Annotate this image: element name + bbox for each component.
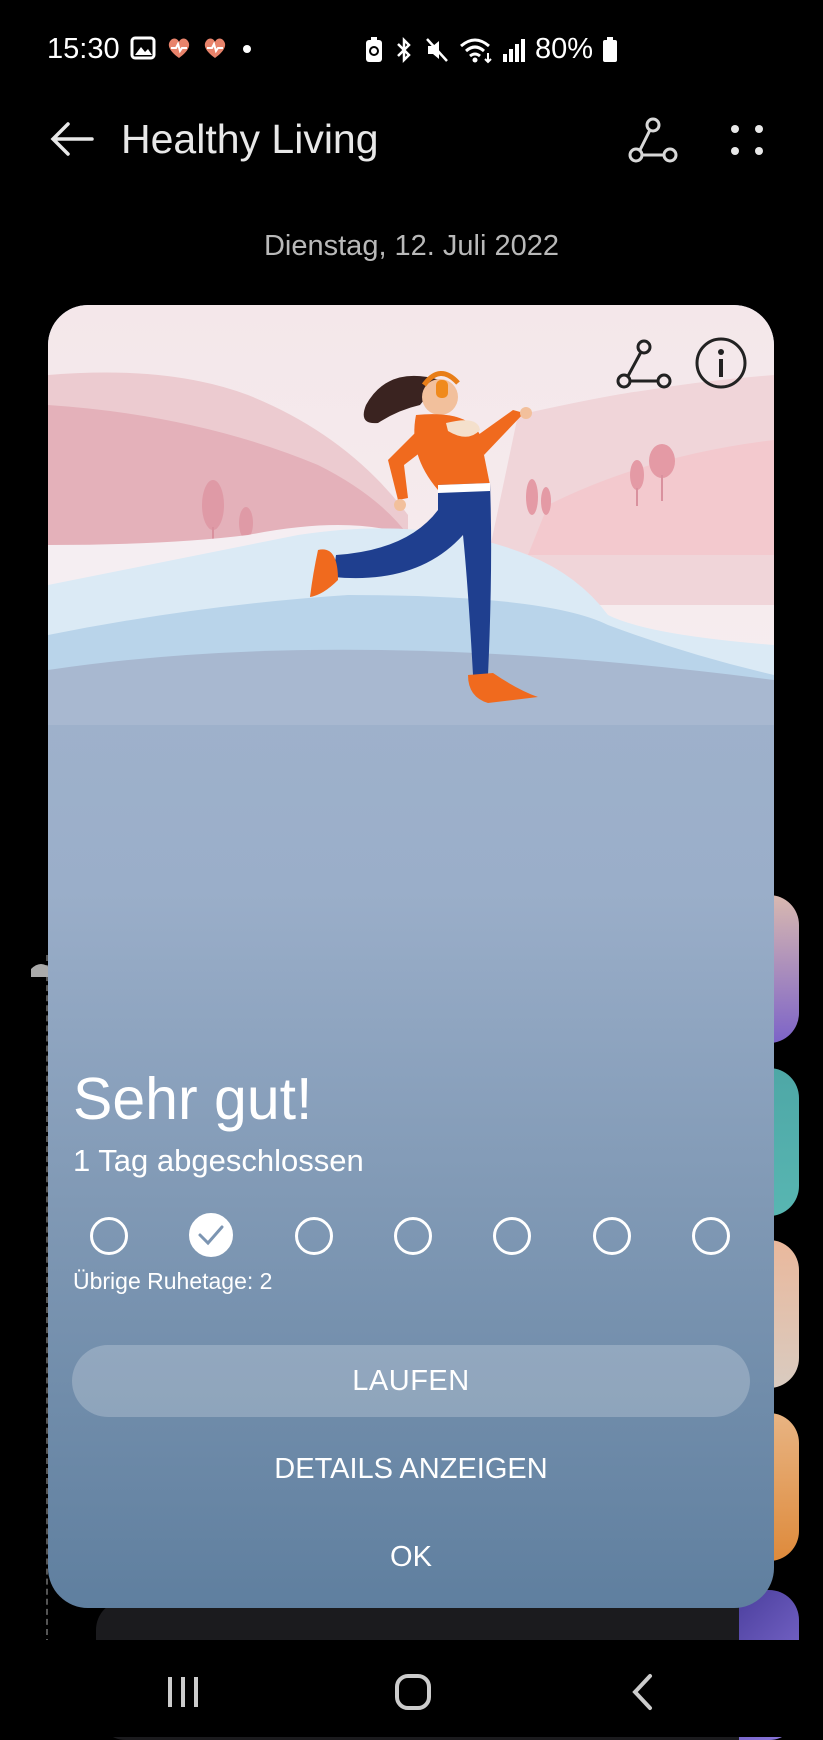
heart-rate-icon [168, 38, 190, 58]
achievement-dialog: Sehr gut! 1 Tag abgeschlossen Übrige Ruh… [48, 305, 774, 1608]
rest-days-label: Übrige Ruhetage: 2 [73, 1268, 273, 1294]
result-headline: Sehr gut! [73, 1066, 313, 1132]
result-subline: 1 Tag abgeschlossen [73, 1143, 364, 1178]
day-circle [592, 1217, 631, 1255]
mute-icon [426, 37, 448, 62]
day-circle [691, 1217, 730, 1255]
day-circle-completed [189, 1213, 234, 1257]
day-circle [294, 1217, 333, 1255]
show-details-button[interactable]: DETAILS ANZEIGEN [48, 1453, 774, 1486]
gallery-icon [130, 36, 156, 60]
notification-icons [130, 36, 256, 60]
more-options-icon[interactable] [725, 113, 769, 167]
run-button[interactable]: LAUFEN [72, 1345, 750, 1417]
home-icon[interactable] [393, 1672, 433, 1712]
day-progress-row [90, 1213, 730, 1259]
day-circle [393, 1217, 432, 1255]
check-icon [198, 1225, 224, 1246]
recents-icon[interactable] [165, 1675, 201, 1709]
signal-icon [502, 38, 525, 62]
wifi-icon [459, 38, 492, 63]
page-title: Healthy Living [121, 116, 379, 162]
status-bar: 15:30 80% [0, 0, 823, 100]
nav-back-icon[interactable] [628, 1672, 658, 1712]
status-time: 15:30 [47, 33, 120, 65]
battery-saver-icon [365, 36, 382, 62]
battery-icon [603, 36, 617, 62]
date-label: Dienstag, 12. Juli 2022 [263, 230, 560, 262]
status-indicators: 80% [364, 33, 618, 66]
heart-rate-icon [204, 38, 226, 58]
back-arrow-icon[interactable] [46, 113, 98, 165]
share-icon[interactable] [626, 113, 680, 167]
ok-button[interactable]: OK [48, 1541, 774, 1574]
bluetooth-icon [397, 36, 411, 63]
info-icon[interactable] [693, 335, 749, 391]
day-circle [90, 1217, 128, 1255]
dot-icon [243, 45, 251, 53]
battery-percent: 80% [534, 33, 593, 65]
share-icon[interactable] [614, 335, 674, 395]
day-circle [493, 1217, 532, 1255]
